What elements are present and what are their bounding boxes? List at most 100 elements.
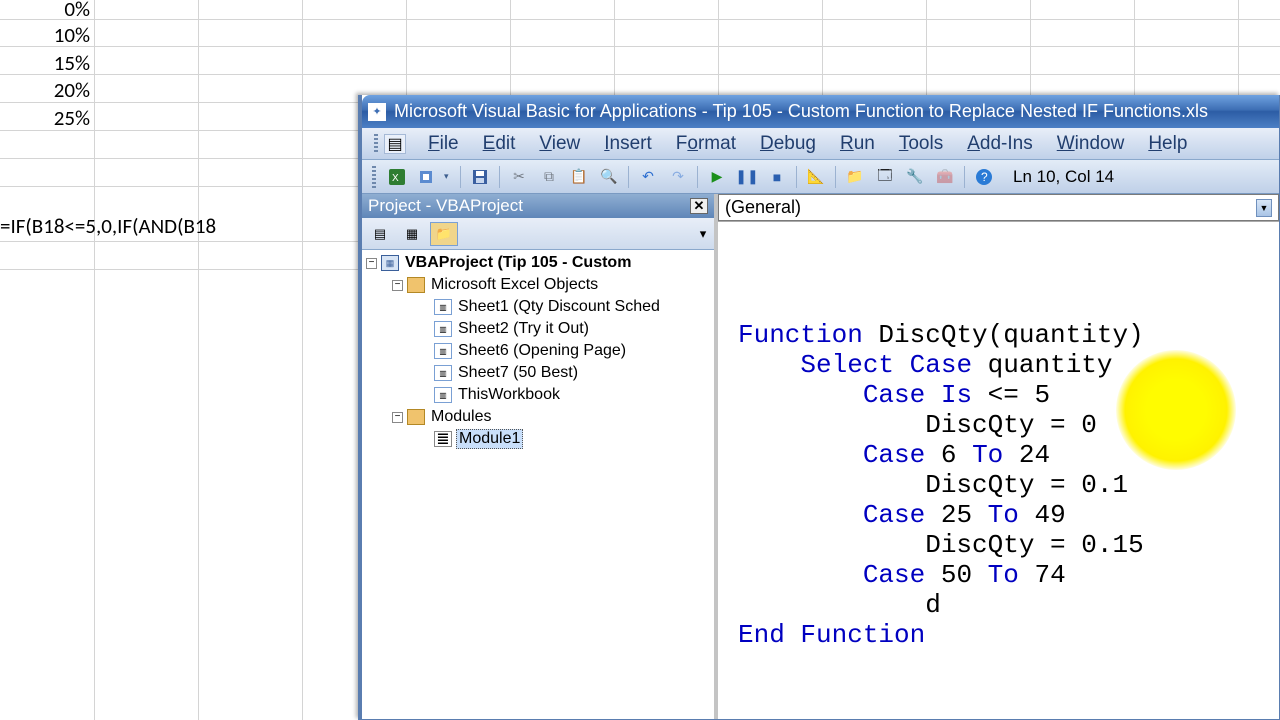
worksheet-icon: ▥: [434, 321, 452, 337]
cell-value[interactable]: 25%: [10, 105, 90, 131]
folder-icon: [407, 277, 425, 293]
tree-excel-objects[interactable]: − Microsoft Excel Objects: [362, 274, 714, 296]
code-line[interactable]: End Function: [738, 620, 1259, 650]
vba-app-icon: ✦: [368, 103, 386, 121]
panel-menu-button[interactable]: ▾: [696, 222, 710, 246]
tree-label: Sheet1 (Qty Discount Sched: [456, 298, 662, 316]
menu-run[interactable]: Run: [828, 130, 887, 158]
code-line[interactable]: DiscQty = 0.1: [738, 470, 1259, 500]
insert-button[interactable]: [414, 164, 440, 190]
code-line[interactable]: Case 50 To 74: [738, 560, 1259, 590]
tree-label: ThisWorkbook: [456, 386, 562, 404]
tree-label: Sheet6 (Opening Page): [456, 342, 628, 360]
object-combo[interactable]: (General) ▼: [718, 194, 1279, 221]
cell-value[interactable]: 10%: [10, 22, 90, 48]
save-button[interactable]: [467, 164, 493, 190]
project-icon: ▦: [381, 255, 399, 271]
menu-tools[interactable]: Tools: [887, 130, 955, 158]
insert-dropdown[interactable]: ▾: [444, 171, 454, 182]
menu-grip[interactable]: [374, 134, 378, 154]
properties-button[interactable]: 🗔: [872, 164, 898, 190]
tree-sheet[interactable]: ▥Sheet6 (Opening Page): [362, 340, 714, 362]
menu-addins[interactable]: Add-Ins: [955, 130, 1045, 158]
toggle-folders-button[interactable]: 📁: [430, 222, 458, 246]
tree-modules-folder[interactable]: − Modules: [362, 406, 714, 428]
project-explorer-button[interactable]: 📁: [842, 164, 868, 190]
design-mode-button[interactable]: 📐: [803, 164, 829, 190]
code-line[interactable]: DiscQty = 0.15: [738, 530, 1259, 560]
worksheet-icon: ▥: [434, 365, 452, 381]
menu-help[interactable]: Help: [1136, 130, 1199, 158]
worksheet-icon: ▥: [434, 299, 452, 315]
title-bar[interactable]: ✦ Microsoft Visual Basic for Application…: [362, 95, 1279, 128]
collapse-icon[interactable]: −: [366, 258, 377, 269]
collapse-icon[interactable]: −: [392, 280, 403, 291]
toolbar: X ▾ ✂ ⧉ 📋 🔍 ↶ ↷ ▶ ❚❚ ■ 📐 📁 🗔 🔧 🧰 ? Ln 10…: [362, 160, 1279, 194]
toolbar-grip[interactable]: [372, 166, 376, 188]
view-code-button[interactable]: ▤: [366, 222, 394, 246]
dropdown-icon[interactable]: ▼: [1256, 199, 1272, 217]
svg-text:X: X: [392, 173, 399, 184]
formula-bar-text[interactable]: =IF(B18<=5,0,IF(AND(B18: [0, 213, 216, 239]
cell-value[interactable]: 20%: [10, 77, 90, 103]
project-panel-toolbar: ▤ ▦ 📁 ▾: [362, 218, 714, 250]
vba-editor-window: ✦ Microsoft Visual Basic for Application…: [358, 95, 1280, 720]
menu-file[interactable]: File: [416, 130, 471, 158]
find-button[interactable]: 🔍: [596, 164, 622, 190]
copy-button[interactable]: ⧉: [536, 164, 562, 190]
code-editor[interactable]: Function DiscQty(quantity) Select Case q…: [718, 222, 1279, 719]
tree-label: Sheet7 (50 Best): [456, 364, 580, 382]
tree-label: VBAProject (Tip 105 - Custom: [403, 254, 633, 272]
menu-bar: ▤ File Edit View Insert Format Debug Run…: [362, 128, 1279, 160]
cell-value[interactable]: 0%: [10, 0, 90, 22]
project-panel-title: Project - VBAProject: [368, 196, 523, 216]
view-object-button[interactable]: ▦: [398, 222, 426, 246]
menu-insert[interactable]: Insert: [592, 130, 664, 158]
tree-thisworkbook[interactable]: ▥ThisWorkbook: [362, 384, 714, 406]
menu-edit[interactable]: Edit: [471, 130, 528, 158]
tree-sheet[interactable]: ▥Sheet1 (Qty Discount Sched: [362, 296, 714, 318]
svg-text:?: ?: [981, 170, 988, 184]
code-line[interactable]: Case 6 To 24: [738, 440, 1259, 470]
workbook-icon: ▥: [434, 387, 452, 403]
window-title: Microsoft Visual Basic for Applications …: [394, 101, 1208, 122]
tree-module1[interactable]: ≣ Module1: [362, 428, 714, 450]
code-line[interactable]: Case 25 To 49: [738, 500, 1259, 530]
code-line[interactable]: d: [738, 590, 1259, 620]
code-line[interactable]: DiscQty = 0: [738, 410, 1259, 440]
view-excel-button[interactable]: X: [384, 164, 410, 190]
project-panel-title-bar[interactable]: Project - VBAProject ✕: [362, 194, 714, 218]
code-line[interactable]: Function DiscQty(quantity): [738, 320, 1259, 350]
project-tree[interactable]: − ▦ VBAProject (Tip 105 - Custom − Micro…: [362, 250, 714, 719]
cut-button[interactable]: ✂: [506, 164, 532, 190]
cell-value[interactable]: 15%: [10, 50, 90, 76]
menu-debug[interactable]: Debug: [748, 130, 828, 158]
menu-view[interactable]: View: [527, 130, 592, 158]
toolbox-button[interactable]: 🧰: [932, 164, 958, 190]
tree-label: Sheet2 (Try it Out): [456, 320, 591, 338]
help-button[interactable]: ?: [971, 164, 997, 190]
object-browser-button[interactable]: 🔧: [902, 164, 928, 190]
tree-sheet[interactable]: ▥Sheet2 (Try it Out): [362, 318, 714, 340]
menu-format[interactable]: Format: [664, 130, 748, 158]
undo-button[interactable]: ↶: [635, 164, 661, 190]
tree-label: Microsoft Excel Objects: [429, 276, 600, 294]
redo-button[interactable]: ↷: [665, 164, 691, 190]
menu-window[interactable]: Window: [1045, 130, 1137, 158]
run-button[interactable]: ▶: [704, 164, 730, 190]
line-col-indicator: Ln 10, Col 14: [1013, 167, 1114, 187]
tree-project-root[interactable]: − ▦ VBAProject (Tip 105 - Custom: [362, 252, 714, 274]
paste-button[interactable]: 📋: [566, 164, 592, 190]
collapse-icon[interactable]: −: [392, 412, 403, 423]
code-pane: (General) ▼ Function DiscQty(quantity) S…: [718, 194, 1279, 719]
code-line[interactable]: Case Is <= 5: [738, 380, 1259, 410]
tree-sheet[interactable]: ▥Sheet7 (50 Best): [362, 362, 714, 384]
system-icon[interactable]: ▤: [384, 134, 406, 154]
code-line[interactable]: Select Case quantity: [738, 350, 1259, 380]
break-button[interactable]: ❚❚: [734, 164, 760, 190]
project-explorer-panel: Project - VBAProject ✕ ▤ ▦ 📁 ▾ − ▦ VBAPr…: [362, 194, 718, 719]
reset-button[interactable]: ■: [764, 164, 790, 190]
close-panel-button[interactable]: ✕: [690, 198, 708, 214]
module-icon: ≣: [434, 431, 452, 447]
tree-label: Module1: [456, 429, 523, 449]
